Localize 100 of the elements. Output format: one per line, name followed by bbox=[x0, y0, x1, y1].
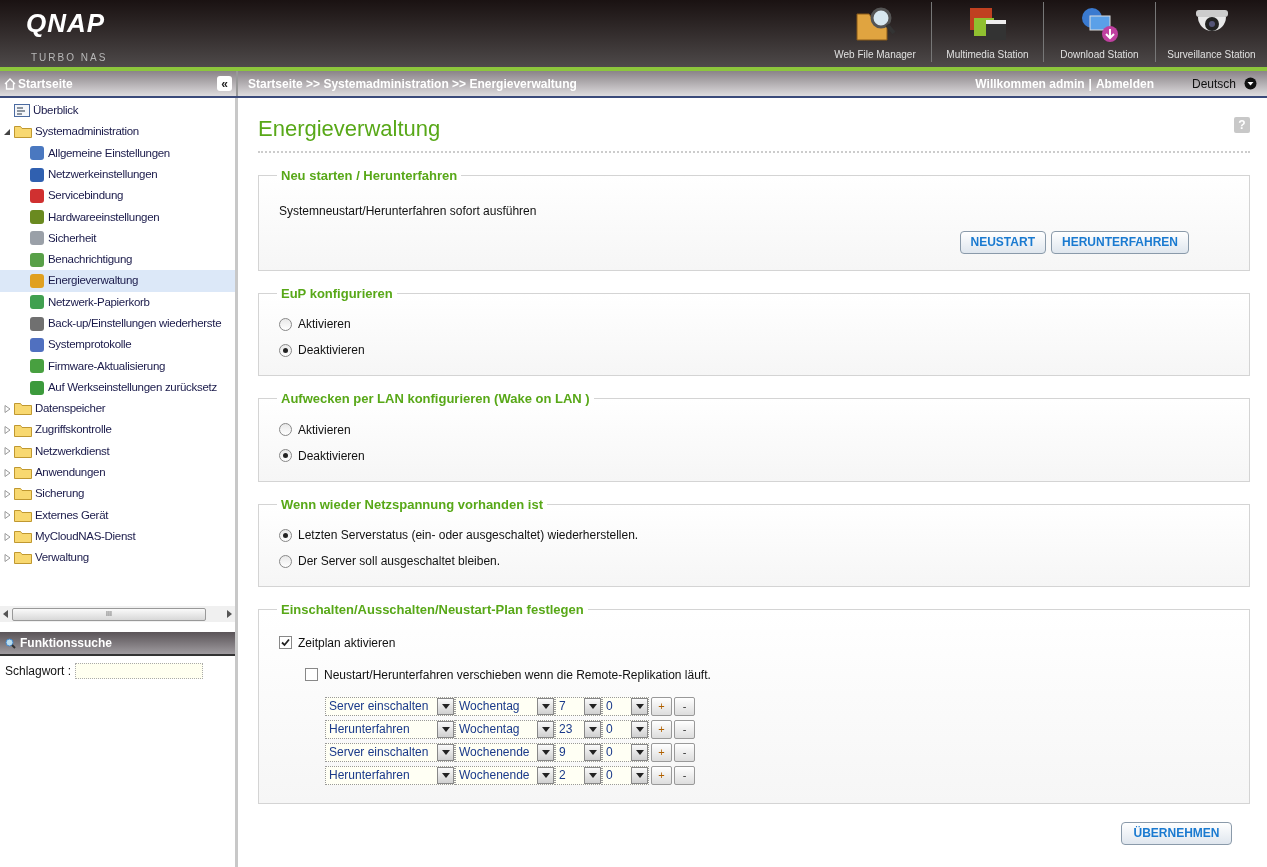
tree-item[interactable]: Zugriffskontrolle bbox=[0, 419, 235, 441]
breadcrumb: Startseite >> Systemadministration >> Energieverwaltung bbox=[248, 75, 577, 93]
tree-item[interactable]: Systemadministration bbox=[0, 121, 235, 143]
tree-item[interactable]: Netzwerk-Papierkorb bbox=[0, 291, 235, 313]
tree-item[interactable]: Netzwerkeinstellungen bbox=[0, 163, 235, 186]
select-field[interactable]: 23 bbox=[555, 719, 602, 739]
select-field[interactable]: 0 bbox=[602, 719, 649, 739]
add-button[interactable]: + bbox=[651, 765, 672, 785]
dropdown-arrow-button[interactable] bbox=[631, 720, 648, 738]
remove-button[interactable]: - bbox=[674, 765, 695, 785]
group-legend: Aufwecken per LAN konfigurieren (Wake on LAN ) bbox=[277, 389, 594, 409]
apply-button[interactable]: ÜBERNEHMEN bbox=[1121, 821, 1232, 845]
checkbox[interactable] bbox=[305, 668, 318, 681]
folder-icon bbox=[14, 444, 32, 458]
home-icon[interactable] bbox=[4, 77, 16, 90]
checkbox-label: Zeitplan aktivieren bbox=[298, 634, 396, 652]
radio-button[interactable] bbox=[279, 317, 292, 331]
action-button[interactable]: HERUNTERFAHREN bbox=[1051, 230, 1189, 254]
checkbox[interactable] bbox=[279, 636, 292, 649]
tree-item[interactable]: Firmware-Aktualisierung bbox=[0, 355, 235, 377]
dropdown-arrow-button[interactable] bbox=[631, 743, 648, 761]
dropdown-arrow-button[interactable] bbox=[584, 720, 601, 738]
add-button[interactable]: + bbox=[651, 696, 672, 716]
dropdown-arrow-button[interactable] bbox=[631, 697, 648, 715]
tree-item[interactable]: Hardwareeinstellungen bbox=[0, 206, 235, 228]
select-field[interactable]: 0 bbox=[602, 696, 649, 716]
select-field[interactable]: Server einschalten bbox=[325, 742, 455, 762]
dropdown-arrow-button[interactable] bbox=[537, 720, 554, 738]
dropdown-arrow-button[interactable] bbox=[537, 743, 554, 761]
tree-item[interactable]: Überblick bbox=[0, 100, 235, 122]
app-launcher[interactable]: Web File Manager bbox=[819, 2, 931, 62]
tree-item[interactable]: Anwendungen bbox=[0, 462, 235, 484]
group-legend: Wenn wieder Netzspannung vorhanden ist bbox=[277, 494, 547, 514]
page-title: Energieverwaltung bbox=[258, 115, 441, 143]
radio-label: Aktivieren bbox=[298, 421, 351, 439]
app-launcher[interactable]: Multimedia Station bbox=[931, 2, 1043, 62]
language-select[interactable]: Deutsch bbox=[1191, 74, 1257, 93]
expand-arrow-icon[interactable] bbox=[4, 127, 11, 136]
caret-icon bbox=[588, 772, 597, 778]
tree-item[interactable]: MyCloudNAS-Dienst bbox=[0, 525, 235, 548]
folder-icon bbox=[14, 551, 32, 565]
app-launcher[interactable]: Surveillance Station bbox=[1155, 2, 1267, 62]
tree-item[interactable]: Sicherung bbox=[0, 483, 235, 505]
dropdown-arrow-button[interactable] bbox=[537, 697, 554, 715]
radio-button[interactable] bbox=[279, 343, 292, 357]
collapse-button[interactable]: « bbox=[217, 76, 232, 91]
add-button[interactable]: + bbox=[651, 719, 672, 739]
select-field[interactable]: Wochentag bbox=[455, 719, 555, 739]
select-field[interactable]: 0 bbox=[602, 765, 649, 785]
app-launcher[interactable]: Download Station bbox=[1043, 2, 1155, 62]
description-text: Systemneustart/Herunterfahren sofort ausführen bbox=[279, 202, 538, 220]
select-field[interactable]: Wochenende bbox=[455, 742, 555, 762]
select-field[interactable]: 9 bbox=[555, 742, 602, 762]
select-field[interactable]: Herunterfahren bbox=[325, 719, 455, 739]
tree-item[interactable]: Allgemeine Einstellungen bbox=[0, 142, 235, 164]
add-button[interactable]: + bbox=[651, 742, 672, 762]
tree-item[interactable]: Back-up/Einstellungen wiederherste bbox=[0, 312, 235, 335]
dropdown-arrow-button[interactable] bbox=[584, 766, 601, 784]
tree-item[interactable]: Energieverwaltung bbox=[0, 270, 235, 292]
select-field[interactable]: Wochentag bbox=[455, 696, 555, 716]
select-field[interactable]: Wochenende bbox=[455, 765, 555, 785]
remove-button[interactable]: - bbox=[674, 742, 695, 762]
tree-item[interactable]: Datenspeicher bbox=[0, 398, 235, 420]
tree-item[interactable]: Verwaltung bbox=[0, 547, 235, 569]
caret-icon bbox=[541, 703, 550, 709]
select-field[interactable]: Server einschalten bbox=[325, 696, 455, 716]
tree-item[interactable]: Systemprotokolle bbox=[0, 334, 235, 356]
group-legend: Neu starten / Herunterfahren bbox=[277, 166, 462, 186]
select-field[interactable]: 0 bbox=[602, 742, 649, 762]
radio-button[interactable] bbox=[279, 554, 292, 568]
dropdown-arrow-button[interactable] bbox=[437, 743, 454, 761]
radio-button[interactable] bbox=[279, 528, 292, 542]
caret-icon bbox=[441, 726, 450, 732]
scroll-right-icon[interactable] bbox=[227, 610, 232, 618]
radio-label: Letzten Serverstatus (ein- oder ausgeschaltet) wiederherstellen. bbox=[298, 527, 639, 544]
dropdown-arrow-button[interactable] bbox=[584, 697, 601, 715]
remove-button[interactable]: - bbox=[674, 719, 695, 739]
separator-text: | bbox=[1088, 75, 1092, 93]
tree-item[interactable]: Auf Werkseinstellungen zurücksetz bbox=[0, 376, 235, 399]
dropdown-arrow-button[interactable] bbox=[537, 766, 554, 784]
tree-item[interactable]: Sicherheit bbox=[0, 227, 235, 250]
radio-button[interactable] bbox=[279, 423, 292, 436]
tree-item[interactable]: Servicebindung bbox=[0, 185, 235, 207]
select-field[interactable]: 7 bbox=[555, 696, 602, 716]
tree-item[interactable]: Netzwerkdienst bbox=[0, 440, 235, 463]
radio-button[interactable] bbox=[279, 449, 292, 462]
scroll-left-icon[interactable] bbox=[3, 610, 8, 618]
dropdown-arrow-button[interactable] bbox=[437, 766, 454, 784]
dropdown-arrow-button[interactable] bbox=[584, 743, 601, 761]
folder-icon bbox=[14, 530, 32, 544]
action-button[interactable]: NEUSTART bbox=[959, 230, 1046, 254]
dropdown-arrow-button[interactable] bbox=[437, 697, 454, 715]
tree-item[interactable]: Benachrichtigung bbox=[0, 249, 235, 271]
select-field[interactable]: 2 bbox=[555, 765, 602, 785]
keyword-field[interactable] bbox=[75, 663, 204, 679]
dropdown-arrow-button[interactable] bbox=[631, 766, 648, 784]
dropdown-arrow-button[interactable] bbox=[437, 720, 454, 738]
remove-button[interactable]: - bbox=[674, 696, 695, 716]
select-field[interactable]: Herunterfahren bbox=[325, 765, 455, 785]
tree-item[interactable]: Externes Gerät bbox=[0, 504, 235, 526]
